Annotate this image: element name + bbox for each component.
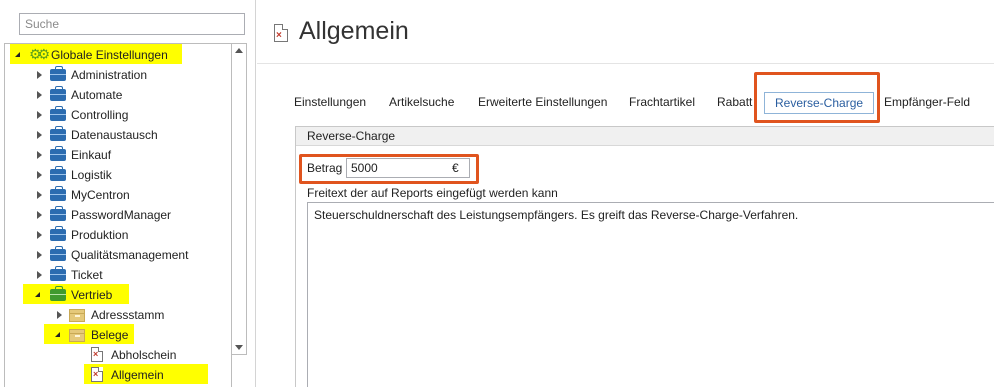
- collapsed-arrow-icon[interactable]: [37, 71, 42, 79]
- collapsed-arrow-icon[interactable]: [57, 311, 62, 319]
- tree-item-administration[interactable]: Administration: [5, 65, 229, 85]
- tree-item-allgemein[interactable]: Allgemein: [5, 365, 229, 385]
- tree-item-label: Allgemein: [111, 368, 164, 382]
- tab-empfaenger-feld[interactable]: Empfänger-Feld: [884, 92, 970, 114]
- tree-item-label: Automate: [71, 88, 123, 102]
- tree-item-label: Datenaustausch: [71, 128, 158, 142]
- document-icon: [91, 347, 103, 362]
- collapsed-arrow-icon[interactable]: [37, 231, 42, 239]
- tree-item-ticket[interactable]: Ticket: [5, 265, 229, 285]
- freitext-label: Freitext der auf Reports eingefügt werde…: [307, 186, 558, 200]
- tree-item-mycentron[interactable]: MyCentron: [5, 185, 229, 205]
- briefcase-icon: [50, 226, 66, 241]
- tree-item-label: Qualitätsmanagement: [71, 248, 189, 262]
- expanded-arrow-icon[interactable]: [35, 292, 40, 297]
- briefcase-icon: [50, 206, 66, 221]
- briefcase-icon: [50, 66, 66, 81]
- tab-erweiterte-einstellungen[interactable]: Erweiterte Einstellungen: [478, 92, 607, 114]
- tab-rabatt[interactable]: Rabatt: [717, 92, 752, 114]
- tree-item-label: Logistik: [71, 168, 112, 182]
- collapsed-arrow-icon[interactable]: [37, 191, 42, 199]
- tree-item-label: Controlling: [71, 108, 129, 122]
- collapsed-arrow-icon[interactable]: [37, 111, 42, 119]
- collapsed-arrow-icon[interactable]: [37, 251, 42, 259]
- briefcase-icon: [50, 86, 66, 101]
- tree-item-adressstamm[interactable]: Adressstamm: [5, 305, 229, 325]
- collapsed-arrow-icon[interactable]: [37, 131, 42, 139]
- tree-item-label: Abholschein: [111, 348, 177, 362]
- briefcase-icon: [50, 126, 66, 141]
- annotation-highlight-box: [299, 154, 479, 184]
- annotation-highlight-box: [754, 72, 880, 123]
- expanded-arrow-icon[interactable]: [15, 52, 20, 57]
- tree-item-passwordmanager[interactable]: PasswordManager: [5, 205, 229, 225]
- expanded-arrow-icon[interactable]: [55, 332, 60, 337]
- briefcase-icon: [50, 246, 66, 261]
- navigation-panel: ⚙⚙ Globale Einstellungen Administration …: [0, 0, 256, 387]
- page-title: Allgemein: [299, 17, 409, 45]
- tree-item-label: Belege: [91, 328, 129, 342]
- box-icon: [69, 329, 85, 342]
- tree-item-vertrieb[interactable]: Vertrieb: [5, 285, 229, 305]
- tree-item-qualitaetsmanagement[interactable]: Qualitätsmanagement: [5, 245, 229, 265]
- collapsed-arrow-icon[interactable]: [37, 151, 42, 159]
- tree-item-label: Ticket: [71, 268, 103, 282]
- tree-item-label: Produktion: [71, 228, 129, 242]
- scroll-down-arrow-icon[interactable]: [235, 345, 243, 350]
- tree-item-globale-einstellungen[interactable]: ⚙⚙ Globale Einstellungen: [5, 45, 229, 65]
- tree-scrollbar[interactable]: [231, 43, 247, 355]
- divider: [257, 63, 994, 64]
- search-input[interactable]: [19, 13, 245, 35]
- tree-item-automate[interactable]: Automate: [5, 85, 229, 105]
- collapsed-arrow-icon[interactable]: [37, 271, 42, 279]
- tab-artikelsuche[interactable]: Artikelsuche: [389, 92, 454, 114]
- gears-icon: ⚙⚙: [29, 46, 50, 62]
- detail-panel: Allgemein Einstellungen Artikelsuche Erw…: [257, 0, 994, 387]
- briefcase-icon: [50, 286, 66, 301]
- scroll-up-arrow-icon[interactable]: [235, 48, 243, 53]
- scrollbar-track[interactable]: [234, 58, 244, 340]
- collapsed-arrow-icon[interactable]: [37, 171, 42, 179]
- tree-item-controlling[interactable]: Controlling: [5, 105, 229, 125]
- tree-item-label: Einkauf: [71, 148, 112, 162]
- briefcase-icon: [50, 146, 66, 161]
- tab-frachtartikel[interactable]: Frachtartikel: [629, 92, 695, 114]
- briefcase-icon: [50, 106, 66, 121]
- briefcase-icon: [50, 266, 66, 281]
- settings-tree: ⚙⚙ Globale Einstellungen Administration …: [4, 43, 232, 387]
- collapsed-arrow-icon[interactable]: [37, 211, 42, 219]
- briefcase-icon: [50, 186, 66, 201]
- tree-item-belege[interactable]: Belege: [5, 325, 229, 345]
- tree-item-einkauf[interactable]: Einkauf: [5, 145, 229, 165]
- document-icon: [274, 24, 288, 42]
- document-icon: [91, 367, 103, 382]
- box-icon: [69, 309, 85, 322]
- tree-item-abholschein[interactable]: Abholschein: [5, 345, 229, 365]
- tree-item-logistik[interactable]: Logistik: [5, 165, 229, 185]
- tree-item-label: Vertrieb: [71, 288, 113, 302]
- briefcase-icon: [50, 166, 66, 181]
- tree-item-label: Administration: [71, 68, 148, 82]
- tree-item-datenaustausch[interactable]: Datenaustausch: [5, 125, 229, 145]
- tree-item-label: MyCentron: [71, 188, 130, 202]
- collapsed-arrow-icon[interactable]: [37, 91, 42, 99]
- tree-item-label: PasswordManager: [71, 208, 172, 222]
- tree-item-label: Adressstamm: [91, 308, 165, 322]
- section-header: Reverse-Charge: [296, 126, 994, 146]
- tree-item-produktion[interactable]: Produktion: [5, 225, 229, 245]
- tree-item-label: Globale Einstellungen: [51, 48, 168, 62]
- freitext-textarea[interactable]: Steuerschuldnerschaft des Leistungsempfä…: [307, 202, 994, 387]
- tab-einstellungen[interactable]: Einstellungen: [294, 92, 366, 114]
